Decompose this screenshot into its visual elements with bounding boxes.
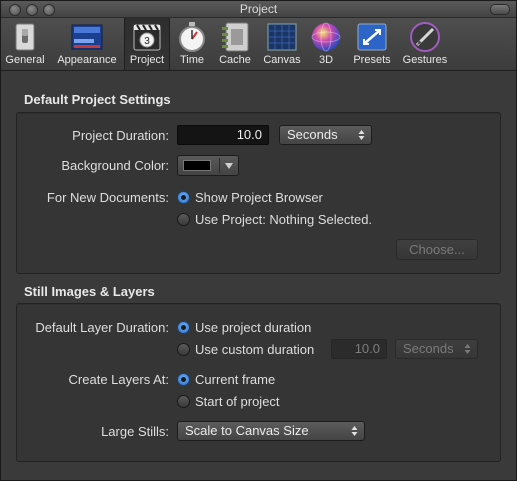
- custom-duration-field[interactable]: 10.0: [331, 339, 387, 359]
- create-layers-label: Create Layers At:: [68, 372, 169, 387]
- use-project-duration-radio[interactable]: [177, 321, 190, 334]
- start-of-project-radio[interactable]: [177, 395, 190, 408]
- switch-icon: [15, 23, 35, 51]
- tab-canvas[interactable]: Canvas: [259, 18, 305, 70]
- tab-general[interactable]: General: [1, 18, 49, 70]
- still-images-heading: Still Images & Layers: [24, 284, 155, 299]
- tab-gestures[interactable]: Gestures: [399, 18, 451, 70]
- use-project-duration-label[interactable]: Use project duration: [195, 320, 311, 335]
- use-custom-duration-label[interactable]: Use custom duration: [195, 342, 314, 357]
- svg-text:3: 3: [144, 36, 150, 47]
- tab-time[interactable]: Time: [173, 18, 211, 70]
- tab-gestures-label: Gestures: [402, 54, 448, 66]
- duration-unit-popup[interactable]: Seconds: [279, 125, 372, 145]
- tab-presets-label: Presets: [353, 54, 391, 66]
- chevron-down-icon: [225, 163, 233, 169]
- use-project-label[interactable]: Use Project: Nothing Selected.: [195, 212, 372, 227]
- clapperboard-icon: 3: [133, 24, 161, 51]
- stopwatch-icon: [179, 22, 205, 52]
- tab-time-label: Time: [179, 54, 205, 66]
- title-bar: Project: [1, 1, 516, 18]
- tab-3d[interactable]: 3D: [308, 18, 344, 70]
- preferences-toolbar: General Appearance 3 Project Time Cache …: [1, 18, 516, 71]
- appearance-icon: [71, 24, 103, 50]
- sphere-icon: [311, 22, 341, 52]
- tab-project-label: Project: [129, 54, 165, 66]
- use-custom-duration-radio[interactable]: [177, 343, 190, 356]
- canvas-grid-icon: [267, 23, 297, 51]
- large-stills-popup[interactable]: Scale to Canvas Size: [177, 421, 365, 441]
- large-stills-label: Large Stills:: [101, 424, 169, 439]
- current-frame-label[interactable]: Current frame: [195, 372, 275, 387]
- layer-duration-label: Default Layer Duration:: [35, 320, 169, 335]
- pen-icon: [410, 22, 440, 52]
- cache-icon: [222, 22, 249, 52]
- presets-icon: [357, 23, 387, 51]
- preferences-window: Project General Appearance 3 Project Tim…: [0, 0, 517, 481]
- current-frame-radio[interactable]: [177, 373, 190, 386]
- start-of-project-label[interactable]: Start of project: [195, 394, 280, 409]
- new-documents-label: For New Documents:: [46, 190, 169, 205]
- tab-appearance-label: Appearance: [57, 54, 117, 66]
- popup-arrows-icon: [358, 130, 365, 140]
- tab-general-label: General: [5, 54, 45, 66]
- tab-cache[interactable]: Cache: [213, 18, 257, 70]
- background-color-label: Background Color:: [61, 158, 169, 173]
- show-project-browser-radio[interactable]: [177, 191, 190, 204]
- project-duration-label: Project Duration:: [72, 128, 169, 143]
- tab-project[interactable]: 3 Project: [124, 18, 170, 70]
- custom-duration-unit-value: Seconds: [403, 341, 454, 356]
- background-color-well[interactable]: [177, 155, 239, 176]
- large-stills-value: Scale to Canvas Size: [185, 423, 309, 438]
- use-project-radio[interactable]: [177, 213, 190, 226]
- popup-arrows-icon: [351, 426, 358, 436]
- toolbar-toggle-button[interactable]: [490, 4, 510, 15]
- popup-arrows-icon: [464, 344, 471, 354]
- tab-presets[interactable]: Presets: [349, 18, 395, 70]
- custom-duration-unit-popup[interactable]: Seconds: [395, 339, 478, 359]
- tab-appearance[interactable]: Appearance: [51, 18, 123, 70]
- project-duration-field[interactable]: 10.0: [177, 125, 269, 145]
- window-title: Project: [239, 2, 278, 16]
- color-swatch: [183, 160, 211, 171]
- duration-unit-value: Seconds: [287, 127, 338, 142]
- show-project-browser-label[interactable]: Show Project Browser: [195, 190, 323, 205]
- default-project-heading: Default Project Settings: [24, 92, 171, 107]
- tab-cache-label: Cache: [219, 54, 251, 66]
- choose-button[interactable]: Choose...: [396, 239, 478, 260]
- tab-3d-label: 3D: [318, 54, 334, 66]
- tab-canvas-label: Canvas: [263, 54, 301, 66]
